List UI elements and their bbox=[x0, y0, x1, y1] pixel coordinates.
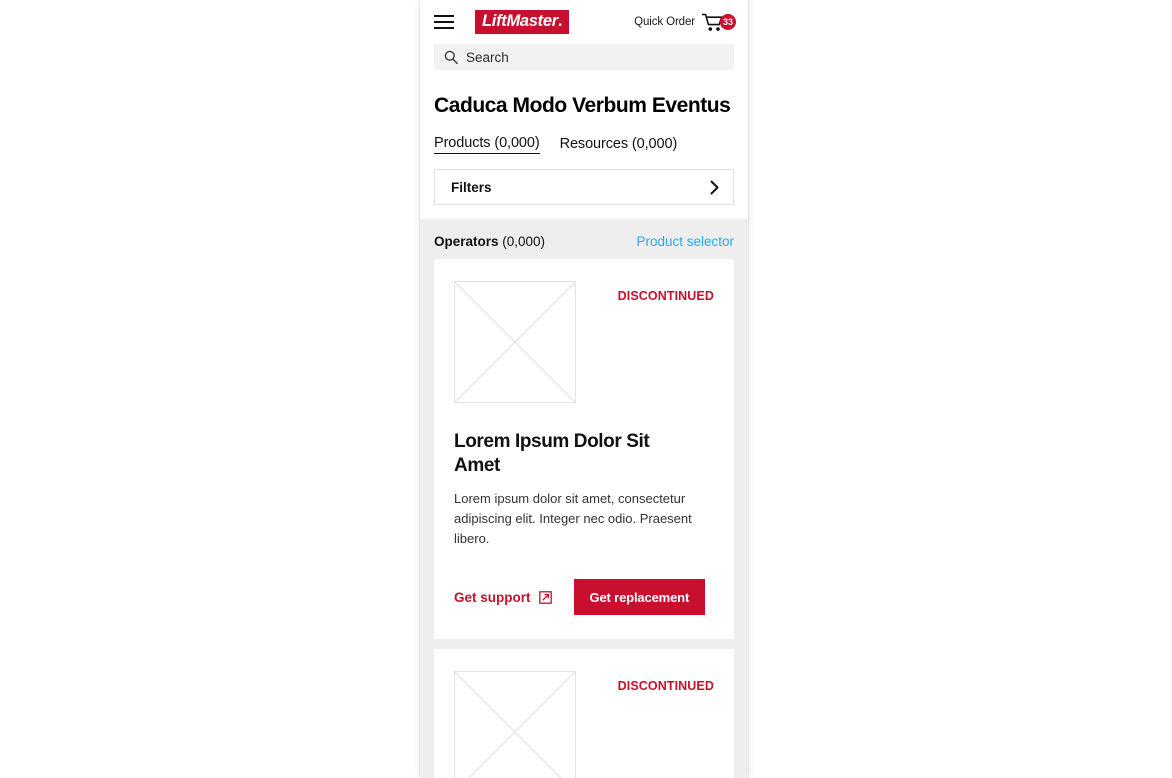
get-support-label: Get support bbox=[454, 589, 531, 605]
search-input[interactable]: Search bbox=[434, 44, 734, 70]
header-actions: Quick Order 33 bbox=[634, 11, 736, 33]
product-card-top: DISCONTINUED bbox=[454, 281, 714, 404]
get-support-link[interactable]: Get support bbox=[454, 590, 552, 605]
cart-count-badge: 33 bbox=[719, 14, 736, 30]
product-card[interactable]: DISCONTINUED Lorem Ipsum Dolor Sit Amet … bbox=[434, 259, 734, 640]
results-count-label: Operators (0,000) bbox=[434, 234, 545, 249]
product-title[interactable]: Lorem Ipsum Dolor Sit Amet bbox=[454, 430, 684, 479]
hamburger-bar bbox=[434, 27, 454, 29]
filters-label: Filters bbox=[451, 179, 492, 195]
chevron-right-icon bbox=[710, 180, 719, 195]
search-section: Search bbox=[420, 44, 748, 81]
filters-section: Filters bbox=[420, 169, 748, 220]
search-placeholder-text: Search bbox=[466, 49, 509, 65]
result-tabs: Products (0,000) Resources (0,000) bbox=[434, 135, 734, 155]
results-count-number: (0,000) bbox=[498, 234, 546, 250]
hamburger-bar bbox=[434, 21, 454, 23]
filters-toggle[interactable]: Filters bbox=[434, 169, 734, 206]
get-replacement-button[interactable]: Get replacement bbox=[573, 579, 706, 616]
hamburger-bar bbox=[434, 15, 454, 17]
product-selector-link[interactable]: Product selector bbox=[636, 234, 734, 249]
tab-resources[interactable]: Resources (0,000) bbox=[560, 136, 678, 154]
mobile-viewport: LiftMaster. Quick Order 33 Search Caduca… bbox=[420, 0, 748, 778]
page-title: Caduca Modo Verbum Eventus bbox=[434, 94, 731, 117]
logo-registered-dot: . bbox=[557, 12, 563, 31]
external-link-icon bbox=[538, 590, 552, 604]
product-card[interactable]: DISCONTINUED bbox=[434, 649, 734, 778]
cart-button[interactable]: 33 bbox=[702, 11, 736, 33]
product-card-top: DISCONTINUED bbox=[454, 671, 714, 778]
hamburger-icon[interactable] bbox=[434, 15, 454, 29]
search-icon bbox=[444, 50, 458, 64]
product-image-placeholder bbox=[454, 281, 576, 404]
logo-text: LiftMaster bbox=[482, 12, 558, 31]
results-count-category: Operators bbox=[434, 234, 499, 250]
site-header: LiftMaster. Quick Order 33 bbox=[420, 0, 748, 44]
page-root: LiftMaster. Quick Order 33 Search Caduca… bbox=[0, 0, 1172, 778]
page-header-block: Caduca Modo Verbum Eventus Products (0,0… bbox=[420, 81, 748, 155]
product-actions: Get support Get replacement bbox=[454, 579, 714, 616]
product-description: Lorem ipsum dolor sit amet, consectetur … bbox=[454, 490, 692, 547]
quick-order-link[interactable]: Quick Order bbox=[634, 16, 695, 28]
product-image-placeholder bbox=[454, 671, 576, 778]
liftmaster-logo[interactable]: LiftMaster. bbox=[475, 10, 570, 34]
tab-products[interactable]: Products (0,000) bbox=[434, 135, 540, 155]
status-badge: DISCONTINUED bbox=[617, 289, 714, 304]
results-header: Operators (0,000) Product selector bbox=[420, 219, 748, 259]
results-panel: Operators (0,000) Product selector DISCO… bbox=[420, 219, 748, 778]
status-badge: DISCONTINUED bbox=[617, 679, 714, 694]
